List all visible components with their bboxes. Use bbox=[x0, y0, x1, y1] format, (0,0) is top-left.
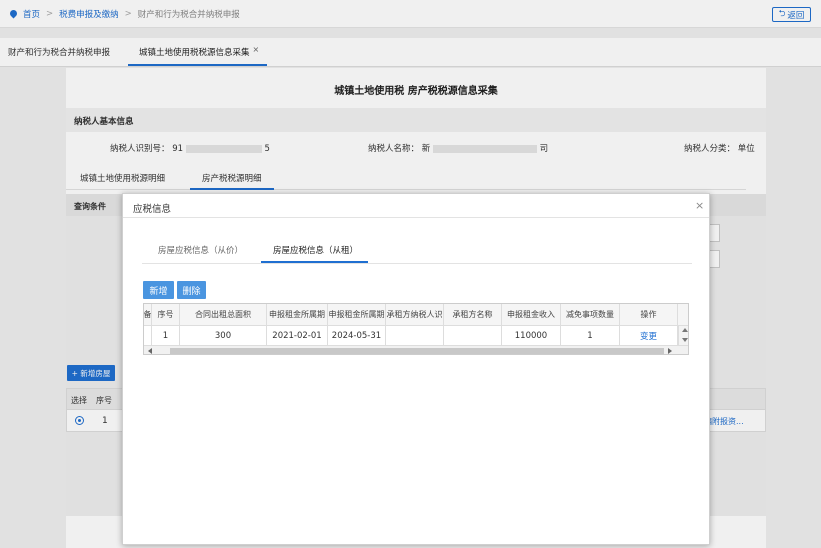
scrollbar-thumb[interactable] bbox=[170, 348, 664, 354]
scroll-up-icon[interactable] bbox=[682, 328, 688, 332]
scroll-right-icon[interactable] bbox=[668, 348, 672, 354]
column-header-rent-income: 申报租金收入 bbox=[502, 304, 561, 325]
cell-rent-income: 110000 bbox=[502, 326, 561, 345]
cell-lessee-id bbox=[386, 326, 444, 345]
active-tab-indicator bbox=[261, 261, 368, 263]
column-header-period-end: 申报租金所属期 bbox=[328, 304, 386, 325]
column-header-index: 序号 bbox=[152, 304, 180, 325]
cell-total-area: 300 bbox=[180, 326, 267, 345]
tab-rent-based[interactable]: 房屋应税信息（从租） bbox=[273, 244, 358, 256]
scroll-left-icon[interactable] bbox=[148, 348, 152, 354]
cell-lessee-name bbox=[444, 326, 502, 345]
column-header-lessee-id: 承租方纳税人识 bbox=[386, 304, 444, 325]
dialog-tabs: 房屋应税信息（从价） 房屋应税信息（从租） bbox=[142, 238, 692, 264]
column-header-relief-count: 减免事项数量 bbox=[561, 304, 620, 325]
tab-price-based[interactable]: 房屋应税信息（从价） bbox=[158, 244, 243, 256]
scroll-down-icon[interactable] bbox=[682, 338, 688, 342]
rent-info-table: 备 序号 合同出租总面积 申报租金所属期 申报租金所属期 承租方纳税人识 承租方… bbox=[143, 303, 689, 355]
cell-remark bbox=[144, 326, 152, 345]
cell-relief-count: 1 bbox=[561, 326, 620, 345]
cell-index: 1 bbox=[152, 326, 180, 345]
table-header-row: 备 序号 合同出租总面积 申报租金所属期 申报租金所属期 承租方纳税人识 承租方… bbox=[144, 304, 688, 326]
delete-button[interactable]: 删除 bbox=[177, 281, 206, 299]
column-header-remark: 备 bbox=[144, 304, 152, 325]
close-icon[interactable]: × bbox=[695, 200, 704, 211]
vertical-scrollbar[interactable] bbox=[678, 326, 688, 345]
taxable-info-dialog: 应税信息 × 房屋应税信息（从价） 房屋应税信息（从租） 新增 删除 备 序号 … bbox=[122, 193, 710, 545]
dialog-divider bbox=[123, 217, 709, 218]
cell-period-start: 2021-02-01 bbox=[267, 326, 328, 345]
add-button[interactable]: 新增 bbox=[143, 281, 174, 299]
dialog-title: 应税信息 bbox=[133, 204, 172, 215]
column-header-lessee-name: 承租方名称 bbox=[444, 304, 502, 325]
change-link[interactable]: 变更 bbox=[620, 326, 678, 345]
column-header-total-area: 合同出租总面积 bbox=[180, 304, 267, 325]
table-row: 1 300 2021-02-01 2024-05-31 110000 1 变更 bbox=[144, 326, 688, 345]
column-header-period-start: 申报租金所属期 bbox=[267, 304, 328, 325]
column-header-action: 操作 bbox=[620, 304, 678, 325]
cell-period-end: 2024-05-31 bbox=[328, 326, 386, 345]
horizontal-scrollbar[interactable] bbox=[144, 345, 688, 354]
